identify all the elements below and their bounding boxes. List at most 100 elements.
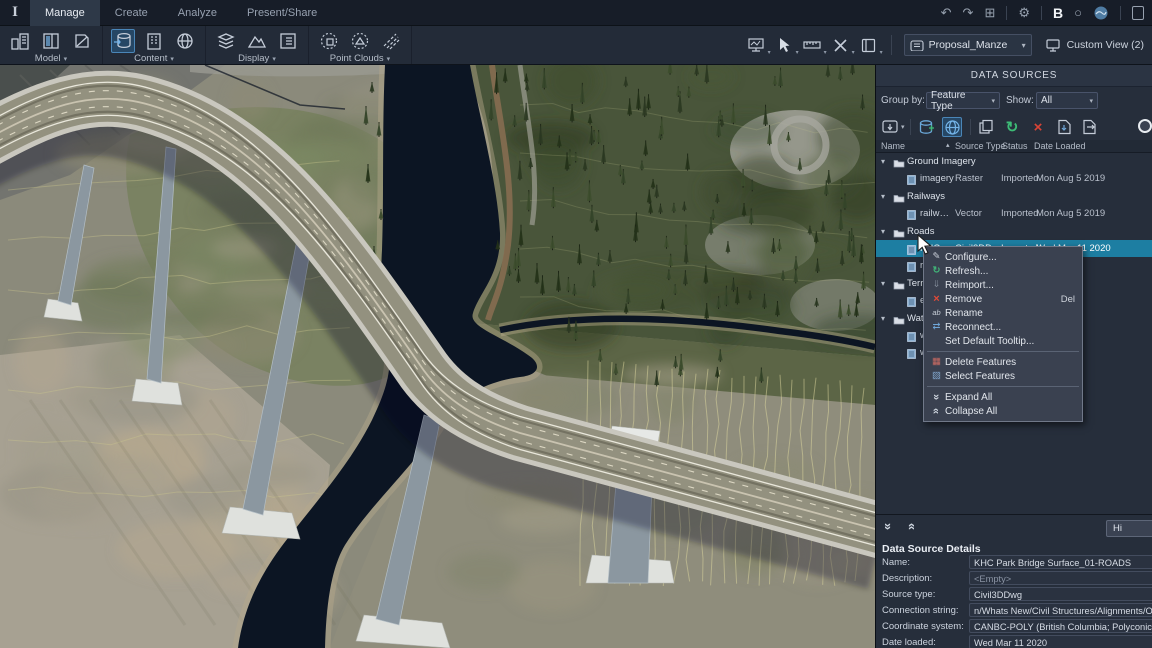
field-value[interactable]: Civil3DDwg	[969, 587, 1152, 601]
saved-views-icon[interactable]: ▾	[859, 36, 879, 54]
import-source-icon[interactable]	[1054, 117, 1074, 137]
group-label: Ground Imagery	[907, 153, 976, 170]
context-menu-item[interactable]: × Remove Del	[924, 292, 1082, 306]
bentley-brand-icon[interactable]: B	[1053, 0, 1063, 26]
field-value[interactable]: Wed Mar 11 2020	[969, 635, 1152, 648]
add-web-source-icon[interactable]	[942, 117, 962, 137]
show-label: Show:	[1006, 95, 1034, 106]
tree-group-row[interactable]: ▾ Railways	[876, 188, 1152, 205]
content-web-globe-icon[interactable]	[173, 29, 197, 53]
sort-ascending-icon[interactable]: ▴	[946, 141, 950, 149]
tab-analyze[interactable]: Analyze	[163, 0, 232, 26]
collapse-all-icon: »	[928, 404, 945, 419]
context-menu-item[interactable]: » Collapse All	[924, 404, 1082, 418]
column-status[interactable]: Status	[1002, 141, 1028, 151]
context-menu-item[interactable]: ▧ Select Features	[924, 369, 1082, 383]
group-by-dropdown[interactable]: Feature Type▾	[926, 92, 1000, 109]
ribbon-group-label: Content▾	[111, 53, 197, 64]
application-window: { "menubar": { "logo": "I", "brand_lette…	[0, 0, 1152, 648]
context-menu-item[interactable]: ↻ Refresh...	[924, 264, 1082, 278]
display-style-icon[interactable]: ▾	[747, 36, 767, 54]
chevron-down-icon[interactable]: ▾	[170, 56, 174, 63]
context-menu-item[interactable]: » Expand All	[924, 390, 1082, 404]
remove-source-icon[interactable]: ×	[1028, 117, 1048, 137]
display-terrain-icon[interactable]	[245, 29, 269, 53]
help-icon[interactable]	[1138, 119, 1152, 133]
connect-cloud-icon[interactable]	[1093, 5, 1109, 21]
copy-source-icon[interactable]	[976, 117, 996, 137]
tab-manage[interactable]: Manage	[30, 0, 100, 26]
app-logo-icon: I	[0, 4, 30, 21]
tree-expand-caret-icon[interactable]: ▾	[881, 310, 885, 327]
context-menu-item[interactable]: ⇄ Reconnect...	[924, 320, 1082, 334]
field-value[interactable]: CANBC-POLY (British Columbia; Polyconic …	[969, 619, 1152, 633]
tree-expand-caret-icon[interactable]: ▾	[881, 223, 885, 240]
expand-all-icon: »	[928, 390, 945, 405]
refresh-source-icon[interactable]: ↻	[1002, 117, 1022, 137]
tree-expand-caret-icon[interactable]: ▾	[881, 188, 885, 205]
content-buildings-icon[interactable]	[142, 29, 166, 53]
model-panel-icon[interactable]	[39, 29, 63, 53]
highlight-button-clipped[interactable]: Hi	[1106, 520, 1152, 537]
window-layout-icon[interactable]: ⊞	[984, 0, 995, 26]
show-dropdown[interactable]: All▾	[1036, 92, 1098, 109]
group-label: Roads	[907, 223, 934, 240]
tree-group-row[interactable]: ▾ Ground Imagery	[876, 153, 1152, 170]
chevron-down-icon[interactable]: ▾	[272, 56, 276, 63]
field-label: Name:	[882, 557, 910, 568]
context-menu-item[interactable]: ✎ Configure...	[924, 250, 1082, 264]
settings-gear-icon[interactable]: ⚙	[1018, 0, 1030, 26]
model-buildings-icon[interactable]	[8, 29, 32, 53]
field-value[interactable]: <Empty>	[969, 571, 1152, 585]
redo-icon[interactable]: ↷	[963, 0, 974, 26]
viewport-3d[interactable]	[0, 65, 875, 648]
export-source-icon[interactable]	[1080, 117, 1100, 137]
point-cloud-region-icon[interactable]	[317, 29, 341, 53]
tree-group-row[interactable]: ▾ Roads	[876, 223, 1152, 240]
sync-ring-icon[interactable]: ○	[1074, 5, 1082, 20]
display-layers-icon[interactable]	[214, 29, 238, 53]
add-database-source-icon[interactable]	[916, 117, 936, 137]
tab-present-share[interactable]: Present/Share	[232, 0, 332, 26]
element-selection-icon[interactable]: ▾	[775, 36, 795, 54]
field-label: Connection string:	[882, 605, 959, 616]
expand-all-icon[interactable]: »	[882, 519, 896, 535]
custom-view-button[interactable]: Custom View (2)	[1040, 37, 1150, 54]
data-sources-toolbar: ▾ ↻ ×	[876, 114, 1152, 140]
field-value[interactable]: KHC Park Bridge Surface_01-ROADS	[969, 555, 1152, 569]
tree-item-row[interactable]: imagery Raster Imported Mon Aug 5 2019	[876, 170, 1152, 187]
display-legend-icon[interactable]	[276, 29, 300, 53]
field-label: Date loaded:	[882, 637, 936, 648]
tree-expand-caret-icon[interactable]: ▾	[881, 275, 885, 292]
context-menu-item[interactable]: ▦ Delete Features	[924, 355, 1082, 369]
point-cloud-section-icon[interactable]	[379, 29, 403, 53]
measure-icon[interactable]: ▾	[803, 36, 823, 54]
tree-expand-caret-icon[interactable]: ▾	[881, 153, 885, 170]
details-field: Connection string: n/Whats New/Civil Str…	[876, 603, 1152, 619]
chevron-down-icon[interactable]: ▾	[64, 56, 68, 63]
column-source-type[interactable]: Source Type	[955, 141, 1005, 151]
chevron-down-icon[interactable]: ▾	[901, 123, 905, 131]
clipped-edge-icon[interactable]	[1132, 6, 1144, 20]
delete-tool-icon[interactable]: ▾	[831, 36, 851, 54]
tab-create[interactable]: Create	[100, 0, 163, 26]
group-label: Railways	[907, 188, 945, 205]
point-cloud-classify-icon[interactable]	[348, 29, 372, 53]
field-value[interactable]: n/Whats New/Civil Structures/Alignments/…	[969, 603, 1152, 617]
column-name[interactable]: Name	[881, 141, 905, 151]
model-sheet-icon[interactable]	[70, 29, 94, 53]
context-menu-item[interactable]: Set Default Tooltip...	[924, 334, 1082, 348]
context-menu-item[interactable]: ab Rename	[924, 306, 1082, 320]
column-date-loaded[interactable]: Date Loaded	[1034, 141, 1086, 151]
tree-item-row[interactable]: railways Vector Imported Mon Aug 5 2019	[876, 205, 1152, 222]
ribbon-group-point-clouds: Point Clouds▾	[309, 26, 412, 64]
bridge-scene[interactable]	[0, 65, 875, 648]
attach-source-icon[interactable]	[880, 117, 900, 137]
proposal-dropdown[interactable]: Proposal_Manze ▾	[904, 34, 1032, 56]
chevron-down-icon[interactable]: ▾	[387, 56, 391, 63]
reimport-icon: ⇓	[928, 278, 945, 292]
collapse-all-icon[interactable]: »	[904, 519, 918, 535]
undo-icon[interactable]: ↶	[941, 0, 952, 26]
content-data-sources-icon[interactable]	[111, 29, 135, 53]
context-menu-item[interactable]: ⇓ Reimport...	[924, 278, 1082, 292]
